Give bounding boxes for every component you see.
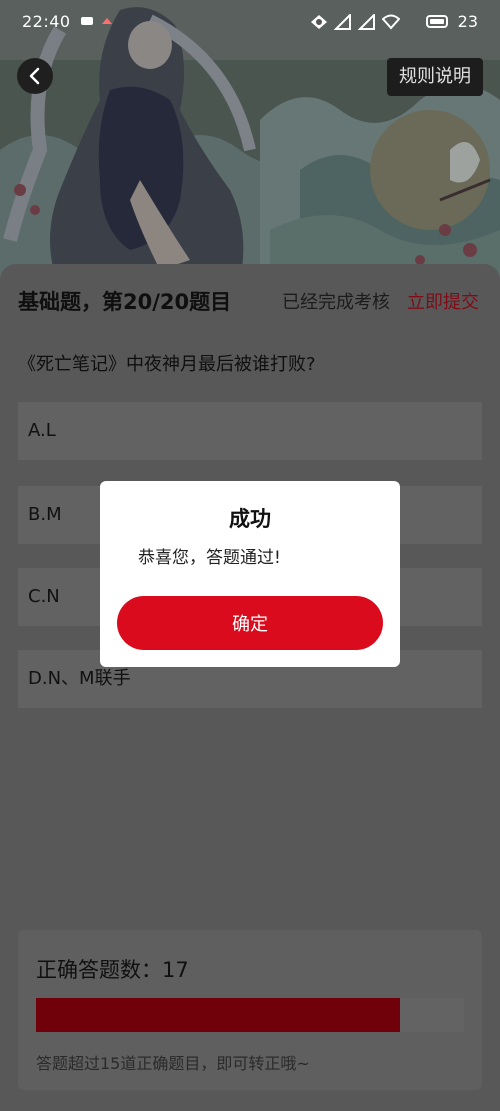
dialog-title: 成功 [229,507,271,531]
question-progress-title: 基础题，第20/20题目 [18,290,232,314]
progress-bar-fill [36,998,400,1032]
submit-now-link[interactable]: 立即提交 [407,288,479,314]
confirm-button[interactable]: 确定 [117,596,383,650]
score-card: 正确答题数：17 答题超过15道正确题目，即可转正哦~ [18,930,482,1090]
vpn-icon [311,15,327,29]
battery-icon [426,15,448,28]
chevron-left-icon [29,67,40,85]
battery-percent: 23 [457,12,478,31]
back-button[interactable] [17,58,53,94]
question-text: 《死亡笔记》中夜神月最后被谁打败? [18,354,316,375]
status-time: 22:40 [22,12,71,31]
option-a[interactable]: A.L [18,402,482,460]
dialog-message: 恭喜您，答题通过! [138,548,281,568]
correct-count-label: 正确答题数：17 [36,958,189,982]
progress-bar [36,998,464,1032]
quiz-panel: 基础题，第20/20题目 已经完成考核 立即提交 《死亡笔记》中夜神月最后被谁打… [0,264,500,1111]
completed-status: 已经完成考核 [282,292,390,313]
header-illustration [0,0,500,300]
wifi-icon [382,14,400,30]
anime-banner-art [0,0,500,300]
notification-icon [81,17,93,25]
signal-icon [334,14,351,30]
pass-hint: 答题超过15道正确题目，即可转正哦~ [36,1054,310,1073]
signal-icon [358,14,375,30]
rules-button[interactable]: 规则说明 [387,58,483,96]
notification-icon [102,18,112,24]
status-bar: 22:40 23 [0,0,500,44]
success-dialog: 成功 恭喜您，答题通过! 确定 [100,481,400,667]
